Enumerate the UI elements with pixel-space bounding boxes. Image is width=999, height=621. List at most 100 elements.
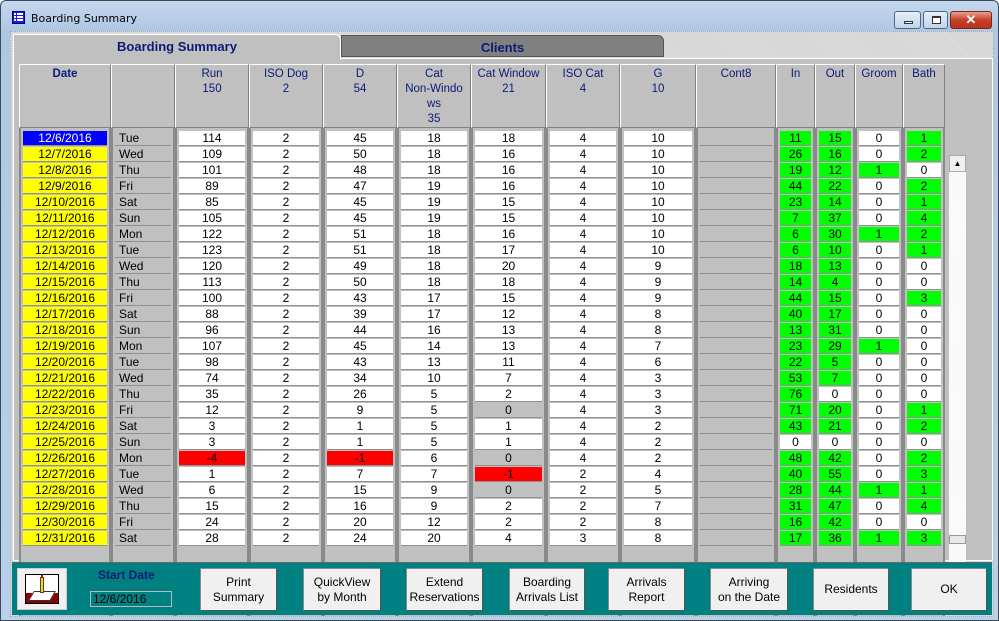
cell-bath[interactable]: 2 [907, 179, 941, 194]
cell-bath[interactable]: 1 [907, 195, 941, 210]
cell-in[interactable]: 71 [780, 403, 811, 418]
cell-date[interactable]: 12/13/2016 [23, 243, 107, 258]
cell-date[interactable]: 12/17/2016 [23, 307, 107, 322]
cell-date[interactable]: 12/9/2016 [23, 179, 107, 194]
cell-out[interactable]: 55 [819, 467, 851, 482]
cell-iso-cat[interactable]: 4 [550, 227, 616, 242]
cell-date[interactable]: 12/29/2016 [23, 499, 107, 514]
cell-iso-dog[interactable]: 2 [253, 451, 319, 466]
cell-date[interactable]: 12/18/2016 [23, 323, 107, 338]
cell-iso-dog[interactable]: 2 [253, 483, 319, 498]
cell-iso-dog[interactable]: 2 [253, 211, 319, 226]
cell-cat-win[interactable]: 1 [475, 435, 542, 450]
cell-g[interactable]: 3 [624, 371, 692, 386]
cell-g[interactable]: 3 [624, 403, 692, 418]
cell-iso-cat[interactable]: 4 [550, 323, 616, 338]
cell-in[interactable]: 43 [780, 419, 811, 434]
cell-bath[interactable]: 1 [907, 243, 941, 258]
cell-g[interactable]: 8 [624, 307, 692, 322]
cell-iso-dog[interactable]: 2 [253, 131, 319, 146]
cell-groom[interactable]: 0 [859, 387, 899, 402]
cell-bath[interactable]: 0 [907, 387, 941, 402]
cell-d[interactable]: -1 [327, 451, 393, 466]
cell-date[interactable]: 12/19/2016 [23, 339, 107, 354]
cell-bath[interactable]: 2 [907, 227, 941, 242]
cell-groom[interactable]: 1 [859, 531, 899, 546]
cell-cat-win[interactable]: 4 [475, 531, 542, 546]
cell-cat-nw[interactable]: 20 [401, 531, 467, 546]
cell-groom[interactable]: 0 [859, 307, 899, 322]
cell-bath[interactable]: 0 [907, 355, 941, 370]
cell-cat-win[interactable]: 15 [475, 211, 542, 226]
cell-g[interactable]: 2 [624, 451, 692, 466]
cell-cat-win[interactable]: -1 [475, 467, 542, 482]
cell-cat-win[interactable]: 7 [475, 371, 542, 386]
cell-out[interactable]: 5 [819, 355, 851, 370]
cell-run[interactable]: 114 [179, 131, 245, 146]
cell-cat-win[interactable]: 2 [475, 515, 542, 530]
cell-in[interactable]: 23 [780, 339, 811, 354]
cell-d[interactable]: 43 [327, 291, 393, 306]
cell-iso-dog[interactable]: 2 [253, 259, 319, 274]
cell-date[interactable]: 12/16/2016 [23, 291, 107, 306]
cell-iso-cat[interactable]: 4 [550, 259, 616, 274]
cell-g[interactable]: 8 [624, 323, 692, 338]
cell-in[interactable]: 13 [780, 323, 811, 338]
cell-g[interactable]: 10 [624, 227, 692, 242]
cell-d[interactable]: 45 [327, 131, 393, 146]
cell-cat-nw[interactable]: 5 [401, 435, 467, 450]
cell-date[interactable]: 12/8/2016 [23, 163, 107, 178]
cell-out[interactable]: 37 [819, 211, 851, 226]
cell-iso-cat[interactable]: 3 [550, 531, 616, 546]
cell-g[interactable]: 2 [624, 435, 692, 450]
cell-iso-cat[interactable]: 4 [550, 419, 616, 434]
cell-d[interactable]: 24 [327, 531, 393, 546]
cell-iso-cat[interactable]: 2 [550, 467, 616, 482]
cell-groom[interactable]: 0 [859, 323, 899, 338]
cell-iso-dog[interactable]: 2 [253, 163, 319, 178]
minimize-button[interactable] [894, 11, 921, 29]
cell-out[interactable]: 36 [819, 531, 851, 546]
app-logo-button[interactable] [17, 568, 67, 610]
cell-cat-win[interactable]: 1 [475, 419, 542, 434]
cell-cat-win[interactable]: 15 [475, 195, 542, 210]
cell-groom[interactable]: 0 [859, 355, 899, 370]
cell-bath[interactable]: 3 [907, 531, 941, 546]
cell-in[interactable]: 22 [780, 355, 811, 370]
cell-groom[interactable]: 0 [859, 435, 899, 450]
cell-iso-dog[interactable]: 2 [253, 371, 319, 386]
cell-run[interactable]: 122 [179, 227, 245, 242]
cell-out[interactable]: 31 [819, 323, 851, 338]
cell-groom[interactable]: 0 [859, 371, 899, 386]
cell-cat-nw[interactable]: 6 [401, 451, 467, 466]
cell-g[interactable]: 9 [624, 291, 692, 306]
start-date-input[interactable] [90, 591, 172, 607]
cell-out[interactable]: 0 [819, 387, 851, 402]
cell-iso-dog[interactable]: 2 [253, 467, 319, 482]
cell-iso-cat[interactable]: 4 [550, 147, 616, 162]
cell-groom[interactable]: 0 [859, 467, 899, 482]
cell-in[interactable]: 14 [780, 275, 811, 290]
cell-in[interactable]: 40 [780, 467, 811, 482]
cell-bath[interactable]: 1 [907, 131, 941, 146]
cell-g[interactable]: 10 [624, 195, 692, 210]
cell-run[interactable]: 12 [179, 403, 245, 418]
cell-g[interactable]: 8 [624, 531, 692, 546]
cell-run[interactable]: 28 [179, 531, 245, 546]
cell-run[interactable]: 15 [179, 499, 245, 514]
cell-run[interactable]: 24 [179, 515, 245, 530]
cell-bath[interactable]: 1 [907, 483, 941, 498]
cell-iso-dog[interactable]: 2 [253, 403, 319, 418]
cell-bath[interactable]: 4 [907, 499, 941, 514]
cell-bath[interactable]: 0 [907, 371, 941, 386]
cell-bath[interactable]: 0 [907, 275, 941, 290]
cell-date[interactable]: 12/7/2016 [23, 147, 107, 162]
cell-iso-cat[interactable]: 4 [550, 371, 616, 386]
cell-bath[interactable]: 0 [907, 435, 941, 450]
cell-cat-win[interactable]: 15 [475, 291, 542, 306]
cell-cat-win[interactable]: 13 [475, 323, 542, 338]
cell-iso-cat[interactable]: 2 [550, 499, 616, 514]
cell-iso-cat[interactable]: 4 [550, 451, 616, 466]
cell-iso-cat[interactable]: 4 [550, 179, 616, 194]
cell-iso-cat[interactable]: 4 [550, 355, 616, 370]
